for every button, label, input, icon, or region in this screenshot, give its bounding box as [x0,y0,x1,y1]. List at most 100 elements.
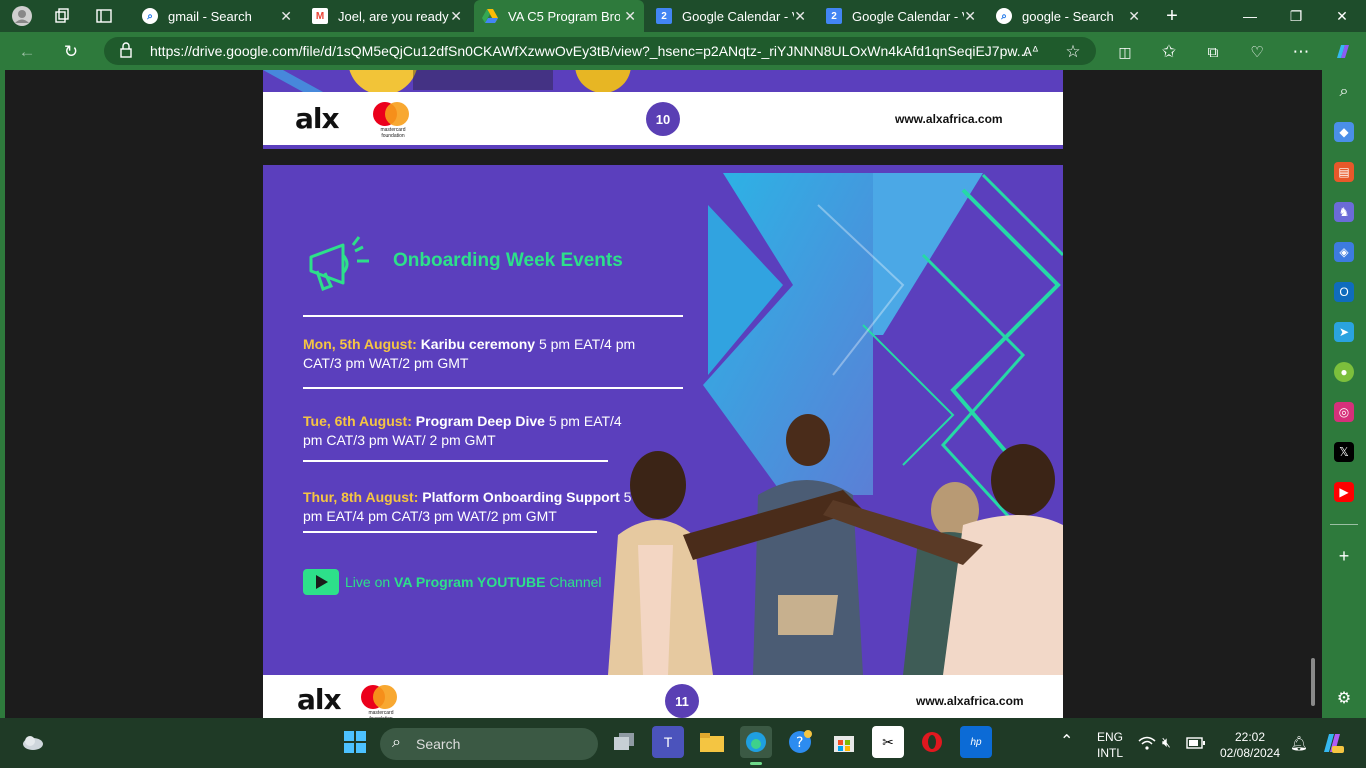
address-toolbar: ← ↻ https://drive.google.com/file/d/1sQM… [0,32,1366,70]
divider-line [303,387,683,389]
gmail-icon: M [312,8,328,24]
mastercard-foundation-logo: mastercard foundation [361,685,397,718]
alx-logo: alx [297,683,342,716]
battery-icon[interactable] [1186,737,1206,753]
website-url: www.alxafrica.com [895,112,1003,126]
refresh-icon[interactable]: ↻ [60,41,82,63]
microsoft-store-icon[interactable] [828,726,860,758]
profile-avatar-icon[interactable] [12,6,32,26]
lock-icon [120,42,132,61]
close-window-icon[interactable]: ✕ [1332,6,1352,26]
website-url: www.alxafrica.com [916,694,1024,708]
minimize-icon[interactable]: — [1240,6,1260,26]
taskbar-search-box[interactable]: ⌕ Search [380,728,598,760]
slide-11-footer: alx mastercard foundation 11 www.alxafri… [263,675,1063,718]
mastercard-foundation-logo: mastercard foundation [373,102,409,139]
read-aloud-icon[interactable]: Aᐞ [1020,41,1042,63]
edge-browser-icon[interactable] [740,726,772,758]
browser-essentials-icon[interactable]: ♡ [1246,41,1268,63]
favorites-icon[interactable]: ✩ [1158,41,1180,63]
alx-logo: alx [295,102,340,135]
tab-strip: ⌕ gmail - Search ✕ M Joel, are you ready… [0,0,1366,32]
search-icon: ⌕ [142,8,158,24]
tab-drive-file[interactable]: VA C5 Program Bro ✕ [474,0,644,32]
slide-divider [263,145,1063,149]
youtube-icon[interactable]: ▶ [1334,482,1354,502]
slide-title: Onboarding Week Events [393,250,623,271]
new-tab-icon[interactable]: + [1162,5,1182,27]
url-text: https://drive.google.com/file/d/1sQM5eQj… [150,43,1029,59]
previous-slide-image [263,70,1063,92]
settings-gear-icon[interactable]: ⚙ [1334,688,1354,708]
calendar-icon: 2 [656,8,672,24]
back-icon[interactable]: ← [16,41,38,63]
windows-start-icon[interactable] [339,726,371,758]
task-view-icon[interactable] [608,726,640,758]
teams-icon[interactable]: T [652,726,684,758]
close-tab-icon[interactable]: ✕ [280,8,292,25]
games-icon[interactable]: ♞ [1334,202,1354,222]
help-icon[interactable]: ? [784,726,816,758]
file-explorer-icon[interactable] [696,726,728,758]
event-item-1: Mon, 5th August: Karibu ceremony 5 pm EA… [303,336,636,371]
event-item-2: Tue, 6th August: Program Deep Dive 5 pm … [303,413,622,448]
opera-icon[interactable] [916,726,948,758]
active-app-indicator [750,762,762,765]
notifications-bell-icon[interactable]: 🔔︎ [1290,735,1308,751]
tab-calendar-2[interactable]: 2 Google Calendar - V ✕ [818,0,984,32]
split-screen-icon[interactable]: ◫ [1114,41,1136,63]
scrollbar-thumb[interactable] [1311,658,1315,706]
search-icon: ⌕ [996,8,1012,24]
svg-text:?: ? [796,735,803,751]
search-icon[interactable]: ⌕ [1334,82,1354,102]
drive-icon [482,8,498,24]
add-icon[interactable]: + [1334,546,1354,566]
close-tab-icon[interactable]: ✕ [794,8,806,25]
close-tab-icon[interactable]: ✕ [624,8,636,25]
megaphone-icon [303,231,371,296]
event-item-3: Thur, 8th August: Platform Onboarding Su… [303,489,632,524]
tab-gmail-message[interactable]: M Joel, are you ready t ✕ [304,0,470,32]
more-menu-icon[interactable]: ⋯ [1290,41,1312,63]
copilot-taskbar-icon[interactable] [1320,732,1344,758]
collections-icon[interactable]: ⧉ [1202,41,1224,63]
copilot-icon[interactable] [1332,41,1354,63]
wifi-icon[interactable] [1138,736,1156,754]
page-number: 11 [665,684,699,718]
slide-10-footer: alx mastercard foundation 10 www.alxafri… [263,92,1063,147]
microsoft-365-icon[interactable]: ◈ [1334,242,1354,262]
language-indicator[interactable]: ENG INTL [1094,729,1126,761]
outlook-icon[interactable]: O [1334,282,1354,302]
close-tab-icon[interactable]: ✕ [964,8,976,25]
restore-icon[interactable]: ❐ [1286,6,1306,26]
calendar-icon: 2 [826,8,842,24]
drop-icon[interactable]: ● [1334,362,1354,382]
edge-sidebar: ⌕ ◆ ▤ ♞ ◈ O ➤ ● ◎ 𝕏 ▶ + ⚙ [1322,70,1366,718]
tab-actions-icon[interactable] [94,6,114,26]
shopping-tag-icon[interactable]: ◆ [1334,122,1354,142]
tab-google-search[interactable]: ⌕ google - Search ✕ [988,0,1148,32]
show-hidden-icons-chevron-icon[interactable]: ⌃ [1060,734,1073,750]
instagram-icon[interactable]: ◎ [1334,402,1354,422]
volume-muted-icon[interactable]: 🔇︎ [1162,734,1171,750]
weather-icon[interactable] [17,726,49,758]
close-tab-icon[interactable]: ✕ [1128,8,1140,25]
tab-calendar-1[interactable]: 2 Google Calendar - V ✕ [648,0,814,32]
clock[interactable]: 22:02 02/08/2024 [1216,729,1284,761]
x-twitter-icon[interactable]: 𝕏 [1334,442,1354,462]
close-tab-icon[interactable]: ✕ [450,8,462,25]
slide-11: Onboarding Week Events Mon, 5th August: … [263,165,1063,675]
tools-icon[interactable]: ▤ [1334,162,1354,182]
page-number: 10 [646,102,680,136]
capcut-icon[interactable]: ✂ [872,726,904,758]
favorite-star-icon[interactable]: ☆ [1062,41,1084,63]
workspaces-icon[interactable] [52,6,72,26]
divider-line [303,531,597,533]
sidebar-divider [1330,524,1358,525]
search-icon: ⌕ [392,734,401,751]
divider-line [303,460,608,462]
tab-gmail-search[interactable]: ⌕ gmail - Search ✕ [134,0,300,32]
telegram-icon[interactable]: ➤ [1334,322,1354,342]
myhp-icon[interactable]: hp [960,726,992,758]
address-field[interactable]: https://drive.google.com/file/d/1sQM5eQj… [104,37,1096,65]
